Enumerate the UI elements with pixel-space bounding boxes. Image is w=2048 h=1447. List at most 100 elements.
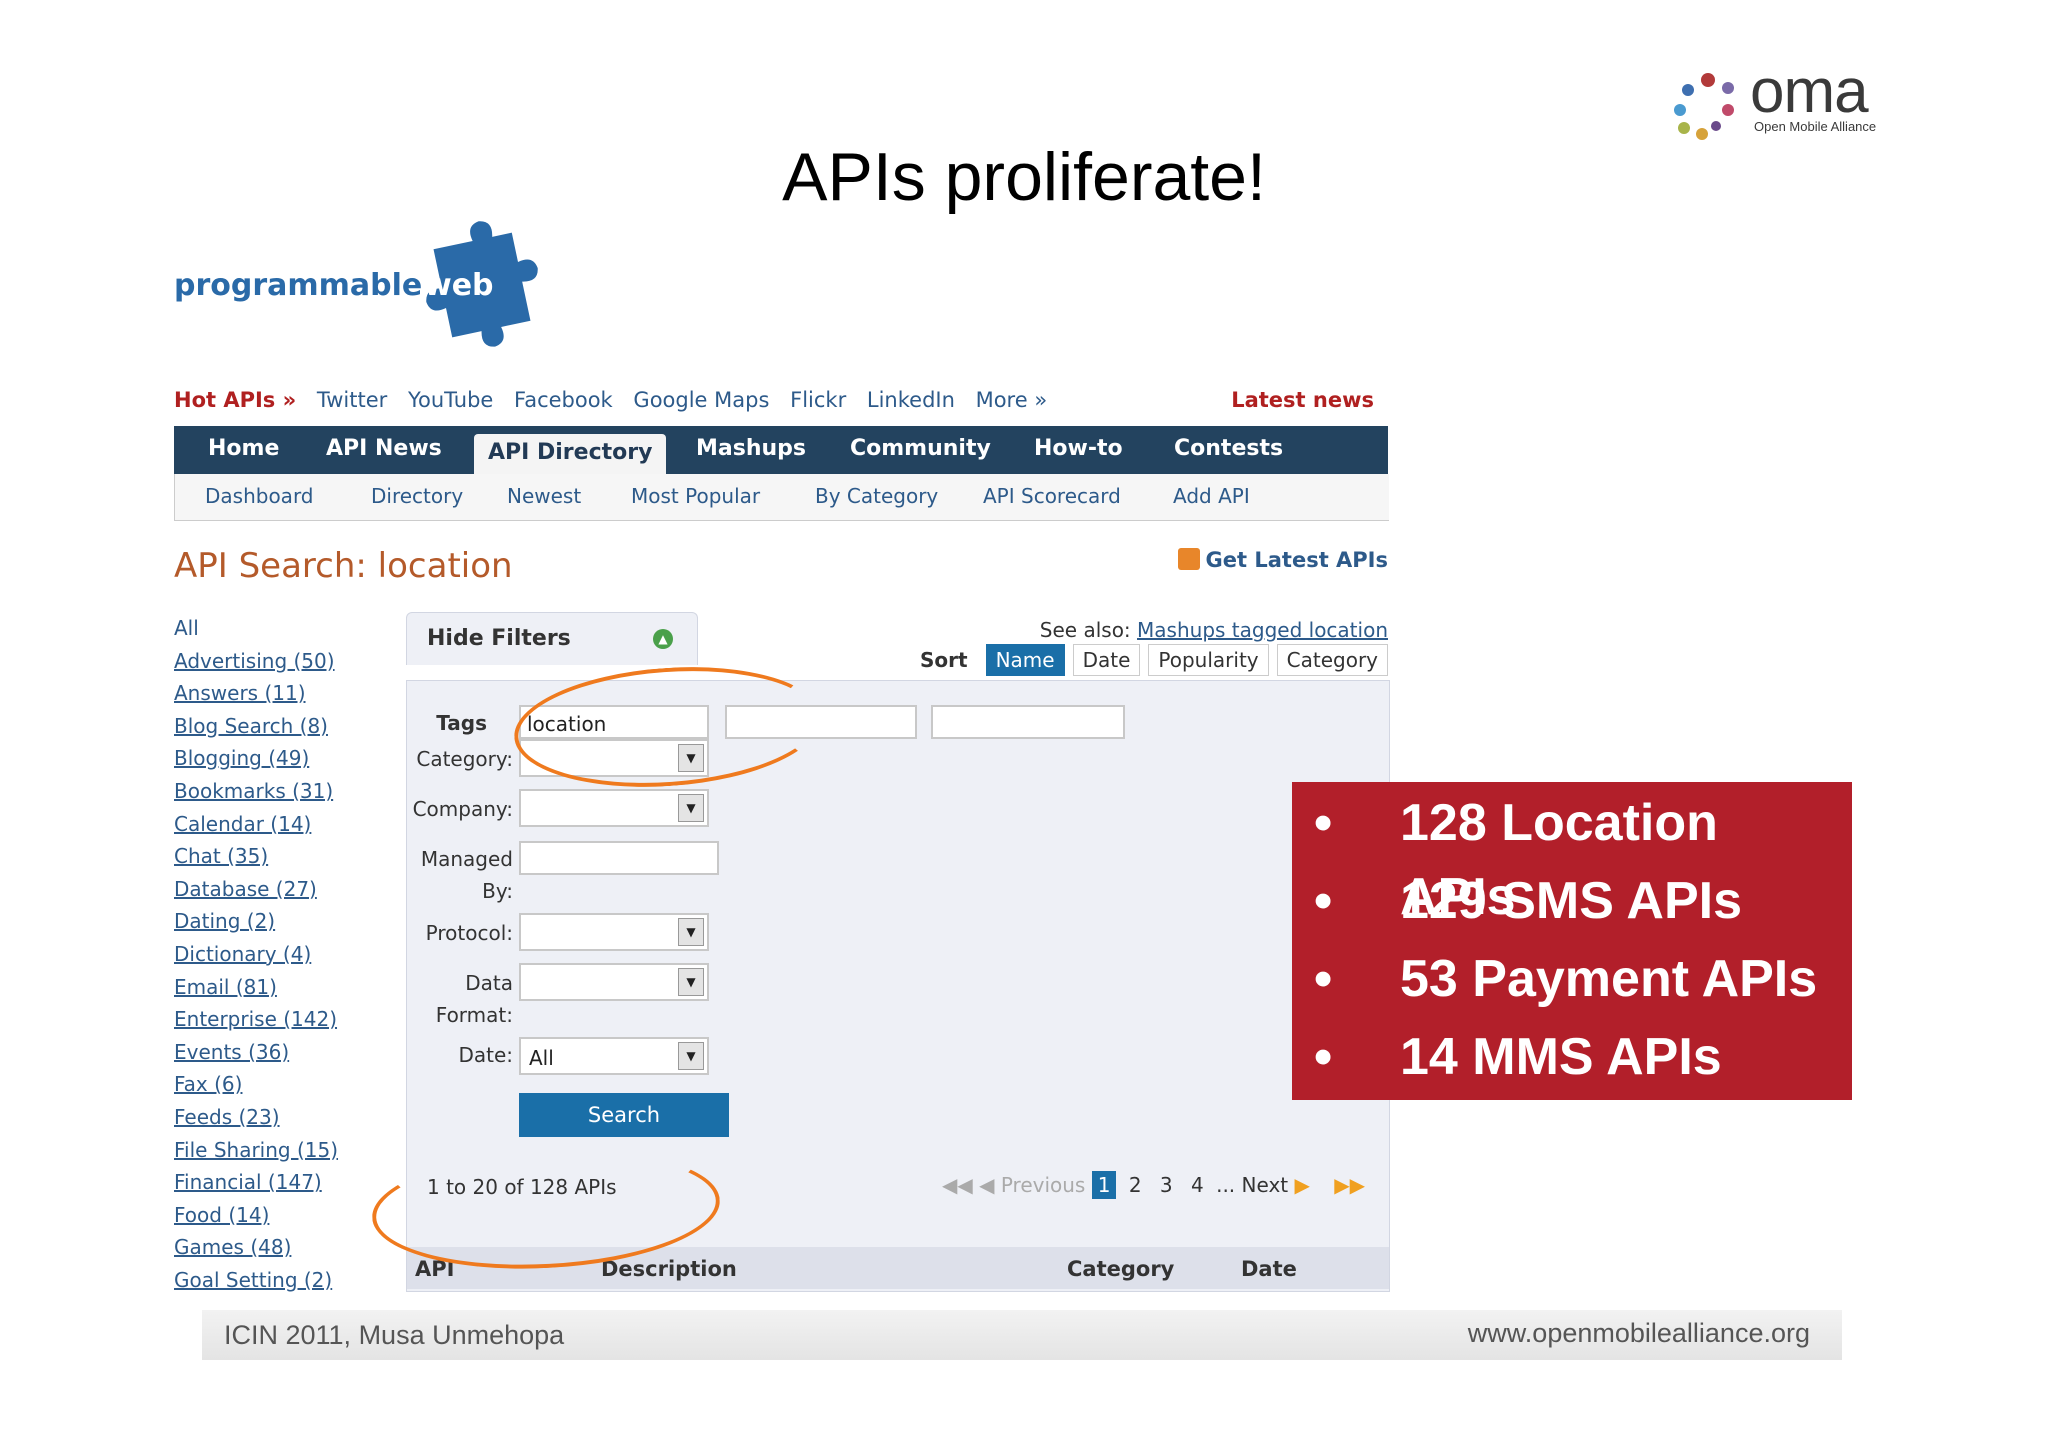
page-link[interactable]: 2 bbox=[1123, 1171, 1148, 1199]
footer-conference: ICIN 2011, Musa Unmehopa bbox=[224, 1320, 565, 1350]
category-link[interactable]: Advertising (50) bbox=[174, 649, 394, 682]
dropdown-arrow-icon: ▼ bbox=[678, 794, 704, 822]
category-link[interactable]: File Sharing (15) bbox=[174, 1138, 394, 1171]
category-link[interactable]: Calendar (14) bbox=[174, 812, 394, 845]
subnav-most-popular[interactable]: Most Popular bbox=[631, 484, 760, 508]
subnav-directory[interactable]: Directory bbox=[371, 484, 463, 508]
latest-news-link[interactable]: Latest news bbox=[1231, 388, 1374, 412]
sort-bar: Sort Name Date Popularity Category bbox=[920, 644, 1388, 678]
see-also-label: See also: bbox=[1039, 618, 1131, 642]
category-link[interactable]: Blogging (49) bbox=[174, 746, 394, 779]
programmableweb-logo-web: web bbox=[424, 268, 494, 303]
main-nav: Home API News API Directory Mashups Comm… bbox=[174, 426, 1388, 474]
category-link[interactable]: Food (14) bbox=[174, 1203, 394, 1236]
hide-filters-tab[interactable]: Hide Filters ▲ bbox=[406, 612, 698, 665]
dropdown-arrow-icon: ▼ bbox=[678, 968, 704, 996]
category-link[interactable]: Dating (2) bbox=[174, 909, 394, 942]
data-format-select[interactable]: ▼ bbox=[519, 963, 709, 1001]
sort-category-button[interactable]: Category bbox=[1276, 644, 1388, 676]
category-link[interactable]: Events (36) bbox=[174, 1040, 394, 1073]
subnav-by-category[interactable]: By Category bbox=[815, 484, 938, 508]
category-link[interactable]: Chat (35) bbox=[174, 844, 394, 877]
category-link[interactable]: Dictionary (4) bbox=[174, 942, 394, 975]
sort-date-button[interactable]: Date bbox=[1072, 644, 1141, 676]
nav-home[interactable]: Home bbox=[208, 426, 279, 474]
callout-bullet: • 129 SMS APIs bbox=[1314, 864, 1834, 938]
hot-api-link[interactable]: Google Maps bbox=[633, 388, 769, 412]
hot-api-link[interactable]: Twitter bbox=[317, 388, 387, 412]
category-link[interactable]: Games (48) bbox=[174, 1235, 394, 1268]
category-label: Category: bbox=[416, 747, 513, 771]
previous-link[interactable]: Previous bbox=[1001, 1173, 1086, 1197]
sort-popularity-button[interactable]: Popularity bbox=[1148, 644, 1269, 676]
managed-by-input[interactable] bbox=[519, 841, 719, 875]
category-link[interactable]: Database (27) bbox=[174, 877, 394, 910]
programmableweb-logo: programmable web bbox=[174, 220, 554, 360]
nav-mashups[interactable]: Mashups bbox=[696, 426, 806, 474]
subnav-api-scorecard[interactable]: API Scorecard bbox=[983, 484, 1121, 508]
date-label: Date: bbox=[458, 1043, 513, 1067]
column-category[interactable]: Category bbox=[1067, 1257, 1174, 1281]
data-format-label-1: Data bbox=[465, 971, 513, 995]
get-latest-apis-link[interactable]: Get Latest APIs bbox=[1177, 548, 1388, 572]
nav-api-directory[interactable]: API Directory bbox=[474, 434, 667, 474]
category-link[interactable]: Answers (11) bbox=[174, 681, 394, 714]
page-link[interactable]: 4 bbox=[1185, 1171, 1210, 1199]
managed-by-label-1: Managed bbox=[420, 847, 513, 871]
hot-api-link[interactable]: Facebook bbox=[514, 388, 613, 412]
oma-logo-word: oma bbox=[1750, 57, 1869, 126]
callout-bullet-text: 14 MMS APIs bbox=[1400, 1028, 1722, 1086]
category-link[interactable]: Financial (147) bbox=[174, 1170, 394, 1203]
hot-api-link[interactable]: Flickr bbox=[790, 388, 846, 412]
api-stats-callout: • 128 Location APIs • 129 SMS APIs • 53 … bbox=[1292, 782, 1852, 1100]
category-link[interactable]: Enterprise (142) bbox=[174, 1007, 394, 1040]
programmableweb-logo-text: programmable bbox=[174, 268, 423, 303]
subnav-dashboard[interactable]: Dashboard bbox=[205, 484, 314, 508]
nav-contests[interactable]: Contests bbox=[1174, 426, 1283, 474]
category-link[interactable]: Blog Search (8) bbox=[174, 714, 394, 747]
page-link[interactable]: 1 bbox=[1091, 1171, 1117, 1199]
category-link[interactable]: Bookmarks (31) bbox=[174, 779, 394, 812]
dropdown-arrow-icon: ▼ bbox=[678, 918, 704, 946]
mashups-tagged-link[interactable]: Mashups tagged location bbox=[1137, 618, 1388, 642]
next-link[interactable]: Next bbox=[1242, 1173, 1289, 1197]
next-arrow-icon[interactable]: ▶ bbox=[1294, 1173, 1309, 1197]
sort-name-button[interactable]: Name bbox=[985, 644, 1065, 676]
date-select[interactable]: All ▼ bbox=[519, 1037, 709, 1075]
company-select[interactable]: ▼ bbox=[519, 789, 709, 827]
last-page-icon[interactable]: ▶▶ bbox=[1334, 1173, 1365, 1197]
company-label: Company: bbox=[412, 797, 513, 821]
hot-api-link[interactable]: LinkedIn bbox=[867, 388, 955, 412]
search-button[interactable]: Search bbox=[519, 1093, 729, 1137]
category-link[interactable]: All bbox=[174, 616, 394, 649]
previous-arrow-icon[interactable]: ◀ bbox=[979, 1173, 994, 1197]
callout-bullet-text: 53 Payment APIs bbox=[1400, 950, 1818, 1008]
category-link[interactable]: Email (81) bbox=[174, 975, 394, 1008]
tags-input-3[interactable] bbox=[931, 705, 1125, 739]
hide-filters-label: Hide Filters bbox=[427, 626, 571, 651]
managed-by-label-2: By: bbox=[482, 879, 513, 903]
protocol-select[interactable]: ▼ bbox=[519, 913, 709, 951]
category-list: All Advertising (50) Answers (11) Blog S… bbox=[174, 616, 394, 1300]
collapse-up-icon[interactable]: ▲ bbox=[653, 629, 673, 649]
footer-url: www.openmobilealliance.org bbox=[1467, 1318, 1810, 1348]
category-link[interactable]: Goal Setting (2) bbox=[174, 1268, 394, 1301]
oma-logo: oma Open Mobile Alliance bbox=[1670, 57, 1900, 144]
date-select-value: All bbox=[529, 1046, 554, 1070]
nav-community[interactable]: Community bbox=[850, 426, 991, 474]
page-link[interactable]: 3 bbox=[1154, 1171, 1179, 1199]
hot-api-link[interactable]: YouTube bbox=[408, 388, 493, 412]
column-description[interactable]: Description bbox=[601, 1257, 737, 1281]
hot-api-more-link[interactable]: More » bbox=[976, 388, 1048, 412]
subnav-newest[interactable]: Newest bbox=[507, 484, 581, 508]
category-link[interactable]: Fax (6) bbox=[174, 1072, 394, 1105]
subnav-add-api[interactable]: Add API bbox=[1173, 484, 1250, 508]
hot-apis-label: Hot APIs » bbox=[174, 388, 297, 412]
first-page-icon[interactable]: ◀◀ bbox=[942, 1173, 973, 1197]
nav-how-to[interactable]: How-to bbox=[1034, 426, 1123, 474]
category-link[interactable]: Feeds (23) bbox=[174, 1105, 394, 1138]
dropdown-arrow-icon: ▼ bbox=[678, 1042, 704, 1070]
column-date[interactable]: Date bbox=[1241, 1257, 1297, 1281]
bullet-dot-icon: • bbox=[1314, 1028, 1333, 1086]
nav-api-news[interactable]: API News bbox=[326, 426, 442, 474]
